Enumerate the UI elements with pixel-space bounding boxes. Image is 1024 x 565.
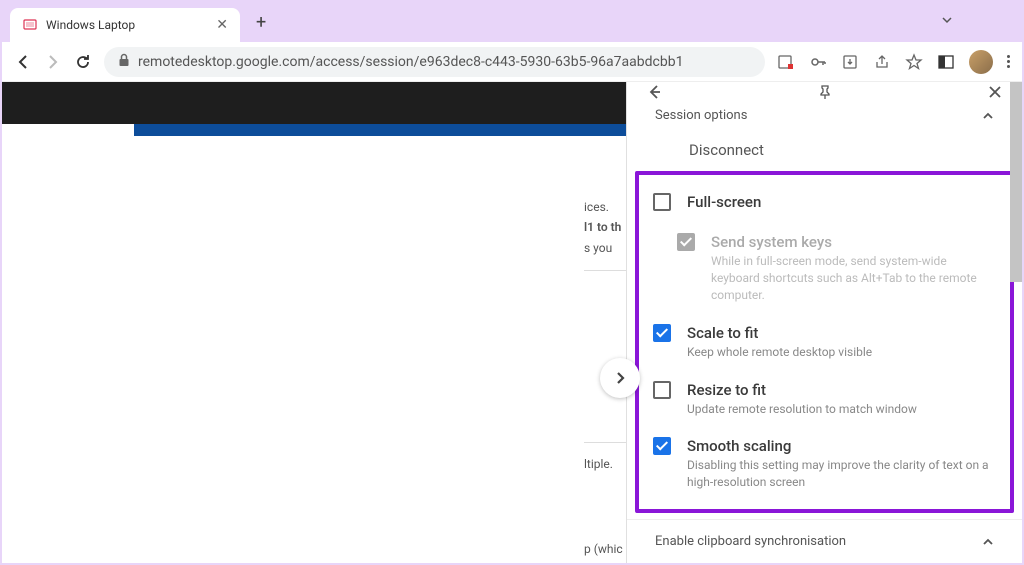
remote-titlebar xyxy=(134,124,632,136)
smooth-desc: Disabling this setting may improve the c… xyxy=(687,457,996,491)
url-text: remotedesktop.google.com/access/session/… xyxy=(138,54,683,70)
syskeys-checkbox xyxy=(677,233,695,251)
scale-checkbox[interactable] xyxy=(653,324,671,342)
disconnect-button[interactable]: Disconnect xyxy=(627,129,1022,171)
smooth-checkbox[interactable] xyxy=(653,437,671,455)
option-syskeys: Send system keys While in full-screen mo… xyxy=(647,223,1002,313)
forward-button[interactable] xyxy=(44,53,62,71)
close-panel-icon[interactable] xyxy=(986,83,1004,101)
background-text-3: p (whic xyxy=(584,542,623,556)
tab-close-icon[interactable]: ✕ xyxy=(216,17,228,33)
session-panel: Session options Disconnect Full-screen S… xyxy=(626,82,1022,563)
scale-label: Scale to fit xyxy=(687,324,996,342)
resize-checkbox[interactable] xyxy=(653,381,671,399)
clipboard-label: Enable clipboard synchronisation xyxy=(655,534,846,549)
share-icon[interactable] xyxy=(873,53,891,71)
syskeys-label: Send system keys xyxy=(711,233,996,251)
section-header[interactable]: Session options xyxy=(627,102,1022,129)
background-text-2: ltiple. xyxy=(584,457,613,471)
install-icon[interactable] xyxy=(841,53,859,71)
clipboard-section[interactable]: Enable clipboard synchronisation xyxy=(627,519,1022,563)
resize-label: Resize to fit xyxy=(687,381,996,399)
option-scale[interactable]: Scale to fit Keep whole remote desktop v… xyxy=(647,314,1002,371)
syskeys-desc: While in full-screen mode, send system-w… xyxy=(711,253,996,303)
toolbar-icons xyxy=(777,50,1010,74)
bookmark-icon[interactable] xyxy=(905,53,923,71)
panel-header xyxy=(627,82,1022,102)
window-controls xyxy=(940,13,1014,31)
sidepanel-icon[interactable] xyxy=(937,53,955,71)
reload-button[interactable] xyxy=(74,53,92,71)
scale-desc: Keep whole remote desktop visible xyxy=(687,344,996,361)
background-text: ices. l1 to th s you xyxy=(584,197,621,258)
lock-icon xyxy=(118,52,130,71)
address-bar: remotedesktop.google.com/access/session/… xyxy=(2,42,1022,82)
highlighted-options: Full-screen Send system keys While in fu… xyxy=(635,171,1014,513)
extension-icon[interactable] xyxy=(777,53,795,71)
scrollbar[interactable] xyxy=(1010,82,1022,282)
chevron-up-icon xyxy=(982,110,994,122)
smooth-label: Smooth scaling xyxy=(687,437,996,455)
tabs-dropdown-icon[interactable] xyxy=(940,13,954,31)
profile-avatar[interactable] xyxy=(969,50,993,74)
expand-panel-button[interactable] xyxy=(600,358,640,398)
tab-favicon xyxy=(22,17,38,33)
url-box[interactable]: remotedesktop.google.com/access/session/… xyxy=(104,47,765,77)
pin-icon[interactable] xyxy=(816,83,834,101)
browser-titlebar: Windows Laptop ✕ + xyxy=(2,2,1022,42)
fullscreen-label: Full-screen xyxy=(687,193,996,211)
menu-icon[interactable] xyxy=(1007,55,1010,68)
panel-back-icon[interactable] xyxy=(645,83,663,101)
remote-toolbar xyxy=(2,82,632,124)
section-title: Session options xyxy=(655,108,747,123)
back-button[interactable] xyxy=(14,53,32,71)
tab-title: Windows Laptop xyxy=(46,18,216,32)
option-fullscreen[interactable]: Full-screen xyxy=(647,183,1002,223)
key-icon[interactable] xyxy=(809,53,827,71)
resize-desc: Update remote resolution to match window xyxy=(687,401,996,418)
option-smooth[interactable]: Smooth scaling Disabling this setting ma… xyxy=(647,427,1002,501)
option-resize[interactable]: Resize to fit Update remote resolution t… xyxy=(647,371,1002,428)
chevron-up-icon xyxy=(982,536,994,548)
content-area: ices. l1 to th s you ltiple. p (whic Ses… xyxy=(2,82,1022,563)
browser-tab[interactable]: Windows Laptop ✕ xyxy=(10,8,240,42)
fullscreen-checkbox[interactable] xyxy=(653,193,671,211)
new-tab-button[interactable]: + xyxy=(256,12,266,33)
